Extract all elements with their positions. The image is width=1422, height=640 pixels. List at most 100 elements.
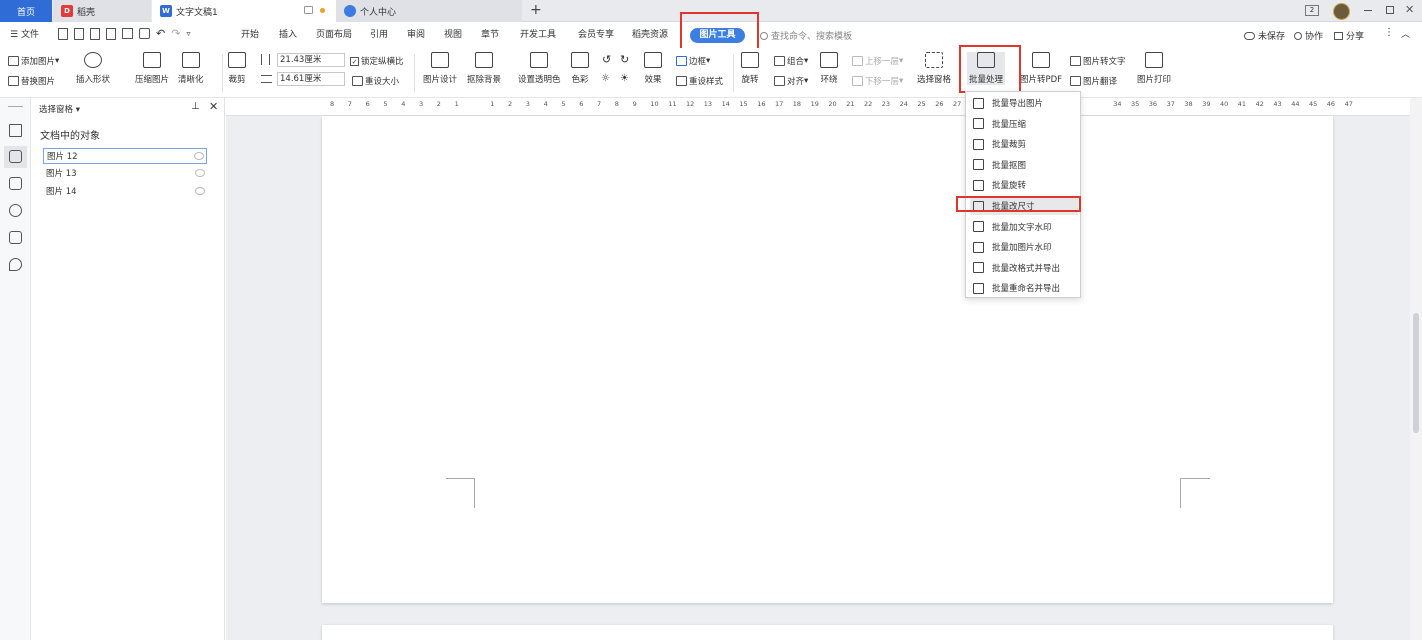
object-row[interactable]: 图片 12 <box>43 148 207 164</box>
file-menu[interactable]: ☰ 文件 <box>10 22 39 48</box>
transparent-color-button[interactable]: 设置透明色 <box>518 52 561 85</box>
batch-rotate-item[interactable]: 批量旋转 <box>970 176 1078 194</box>
adjust-icon[interactable] <box>9 177 22 190</box>
image-design-button[interactable]: 图片设计 <box>423 52 457 85</box>
color-button[interactable]: 色彩 <box>571 52 589 85</box>
add-image-button[interactable]: 添加图片 ▾ <box>8 55 59 67</box>
reset-style-button[interactable]: 重设样式 <box>676 75 723 87</box>
pin-icon[interactable]: ⊥ <box>191 101 200 112</box>
batch-rename-item[interactable]: 批量重命名并导出 <box>970 279 1078 297</box>
rotate-right-icon[interactable]: ↻ <box>620 53 629 66</box>
window-count-badge[interactable]: 2 <box>1305 5 1319 16</box>
menu-review[interactable]: 审阅 <box>407 22 425 48</box>
redo-icon[interactable]: ↷ <box>171 28 180 40</box>
close-window-icon[interactable]: ✕ <box>1405 3 1414 16</box>
bring-forward-button[interactable]: 上移一层 ▾ <box>852 55 903 67</box>
new-doc-icon[interactable] <box>58 28 68 40</box>
height-input[interactable]: 14.61厘米 <box>277 72 345 86</box>
menu-member[interactable]: 会员专享 <box>578 22 614 48</box>
scrollbar-thumb[interactable] <box>1413 313 1419 433</box>
more-options-icon[interactable]: ⋮ <box>1384 27 1394 38</box>
tab-daoke[interactable]: D 稻壳 <box>53 0 151 22</box>
open-icon[interactable] <box>74 28 84 40</box>
collapse-ribbon-icon[interactable]: ︿ <box>1401 27 1410 40</box>
batch-cutout-item[interactable]: 批量抠图 <box>970 156 1078 174</box>
unsaved-status[interactable]: 未保存 <box>1244 29 1285 42</box>
share-button[interactable]: 分享 <box>1334 29 1364 42</box>
new-tab-button[interactable]: + <box>530 2 542 18</box>
screen-icon[interactable] <box>304 6 313 14</box>
border-button[interactable]: 边框 ▾ <box>676 55 710 67</box>
menu-chapter[interactable]: 章节 <box>481 22 499 48</box>
avatar[interactable] <box>1333 3 1350 20</box>
menu-start[interactable]: 开始 <box>241 22 259 48</box>
selection-pane-button[interactable]: 选择窗格 <box>917 52 951 85</box>
save-icon[interactable] <box>90 28 100 40</box>
export-pdf-icon[interactable] <box>106 28 116 40</box>
menu-developer[interactable]: 开发工具 <box>520 22 556 48</box>
document-page[interactable] <box>322 116 1333 603</box>
reset-size-button[interactable]: 重设大小 <box>352 75 399 87</box>
batch-convert-format-item[interactable]: 批量改格式并导出 <box>970 259 1078 277</box>
remove-background-button[interactable]: 抠除背景 <box>467 52 501 85</box>
batch-compress-item[interactable]: 批量压缩 <box>970 115 1078 133</box>
image-to-text-button[interactable]: 图片转文字 <box>1070 55 1126 67</box>
tab-personal-center[interactable]: 个人中心 <box>336 0 522 22</box>
edit-icon[interactable] <box>9 124 22 137</box>
horizontal-ruler[interactable]: 8 7 6 5 4 3 2 1 1 2 3 4 5 6 7 8 9 10 11 12 13 14 15 16 17 18 19 20 2… <box>226 98 1410 116</box>
restore-icon[interactable] <box>1386 6 1394 14</box>
document-page[interactable] <box>322 625 1333 640</box>
batch-export-item[interactable]: 批量导出图片 <box>970 94 1078 112</box>
batch-image-watermark-item[interactable]: 批量加图片水印 <box>970 238 1078 256</box>
eye-icon[interactable] <box>194 152 204 160</box>
batch-text-watermark-item[interactable]: 批量加文字水印 <box>970 218 1078 236</box>
wrap-button[interactable]: 环绕 <box>820 52 838 85</box>
help-icon[interactable] <box>9 204 22 217</box>
location-icon[interactable] <box>9 258 22 271</box>
minimize-icon[interactable] <box>1364 10 1372 11</box>
document-work-area: 8 7 6 5 4 3 2 1 1 2 3 4 5 6 7 8 9 10 11 12 13 14 15 16 17 18 19 20 2… <box>226 98 1410 640</box>
group-button[interactable]: 组合 ▾ <box>774 55 808 67</box>
menu-reference[interactable]: 引用 <box>370 22 388 48</box>
image-translate-button[interactable]: 图片翻译 <box>1070 75 1117 87</box>
tab-home[interactable]: 首页 <box>0 0 52 22</box>
eye-icon[interactable] <box>195 169 205 177</box>
effect-button[interactable]: 效果 <box>644 52 662 85</box>
image-print-button[interactable]: 图片打印 <box>1137 52 1171 85</box>
menu-daoke-resources[interactable]: 稻壳资源 <box>632 22 668 48</box>
customize-chevron-icon[interactable]: ▿ <box>186 28 190 40</box>
rotate-button[interactable]: 旋转 <box>741 52 759 85</box>
vertical-scrollbar[interactable] <box>1410 98 1422 640</box>
crop-button[interactable]: 裁剪 <box>228 52 246 85</box>
selection-pane-header[interactable]: 选择窗格 ▾ <box>39 103 80 115</box>
insert-shape-button[interactable]: 插入形状 <box>76 52 110 85</box>
close-pane-icon[interactable]: ✕ <box>209 100 218 113</box>
print-icon[interactable] <box>122 28 133 39</box>
clarity-button[interactable]: 清晰化 <box>178 52 204 85</box>
print-preview-icon[interactable] <box>139 28 150 39</box>
batch-crop-item[interactable]: 批量裁剪 <box>970 135 1078 153</box>
lock-ratio-checkbox[interactable]: ✓ 锁定纵横比 <box>350 55 404 67</box>
image-to-pdf-button[interactable]: 图片转PDF <box>1020 52 1062 85</box>
send-backward-button[interactable]: 下移一层 ▾ <box>852 75 903 87</box>
eye-icon[interactable] <box>195 187 205 195</box>
command-search[interactable]: 查找命令、搜索模板 <box>760 29 852 42</box>
object-row[interactable]: 图片 13 <box>43 166 207 182</box>
brightness-icon[interactable]: ☼ <box>601 73 610 84</box>
tab-document[interactable]: W 文字文稿1 <box>152 0 336 22</box>
replace-image-button[interactable]: 替换图片 <box>8 75 55 87</box>
image-settings-icon[interactable] <box>9 231 22 244</box>
undo-icon[interactable]: ↶ <box>156 28 165 40</box>
rotate-left-icon[interactable]: ↺ <box>602 53 611 66</box>
collaborate-button[interactable]: 协作 <box>1294 29 1323 42</box>
menu-insert[interactable]: 插入 <box>279 22 297 48</box>
compress-image-button[interactable]: 压缩图片 <box>135 52 169 85</box>
menu-view[interactable]: 视图 <box>444 22 462 48</box>
cursor-icon[interactable] <box>9 150 22 163</box>
align-button[interactable]: 对齐 ▾ <box>774 75 808 87</box>
menu-page-layout[interactable]: 页面布局 <box>316 22 352 48</box>
object-row[interactable]: 图片 14 <box>43 184 207 200</box>
contrast-icon[interactable]: ☀ <box>620 73 629 84</box>
batch-crop-label: 批量裁剪 <box>992 140 1027 151</box>
width-input[interactable]: 21.43厘米 <box>277 53 345 67</box>
